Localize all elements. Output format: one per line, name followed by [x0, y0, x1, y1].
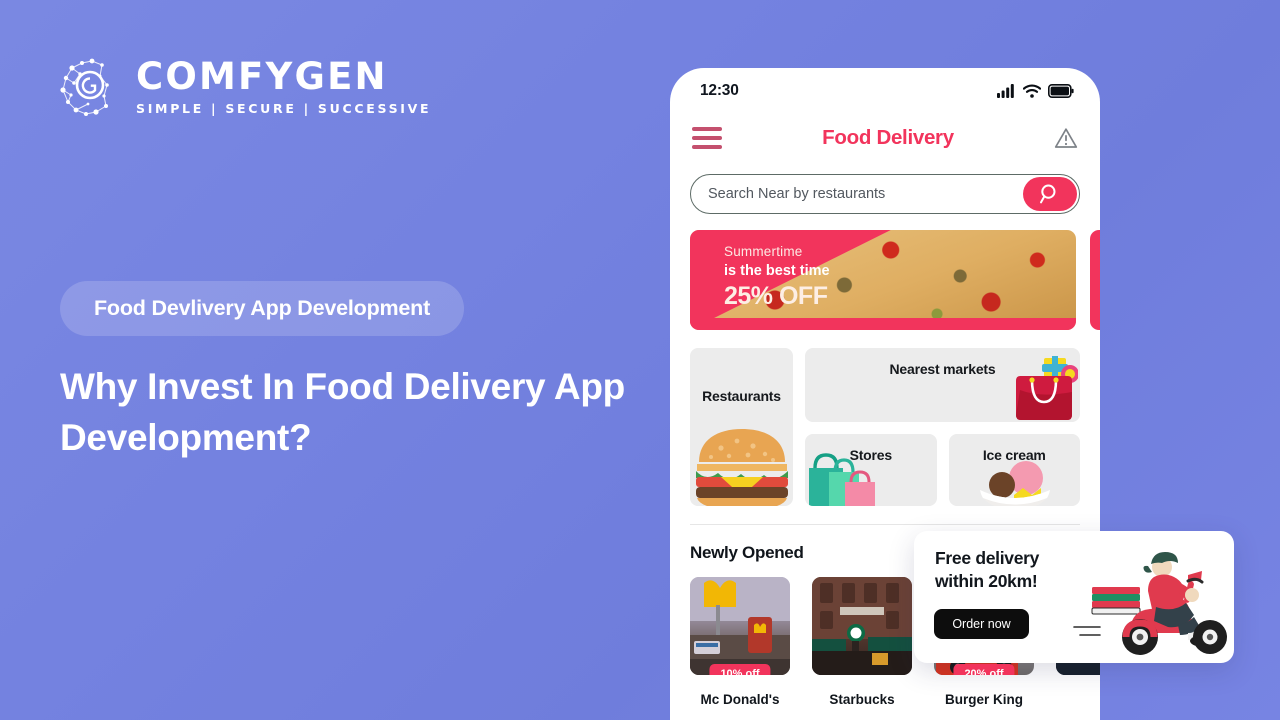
discount-badge: 20% off — [953, 664, 1015, 675]
delivery-scooter-rider-icon — [1073, 552, 1227, 655]
wifi-icon — [1023, 84, 1041, 98]
category-label: Restaurants — [702, 388, 781, 404]
search-row — [670, 162, 1100, 214]
cellular-signal-icon — [997, 84, 1014, 98]
category-label: Stores — [849, 447, 893, 463]
search-bar[interactable] — [690, 174, 1080, 214]
restaurant-thumbnail — [812, 577, 912, 675]
brand-logo: COMFYGEN SIMPLE | SECURE | SUCCESSIVE — [58, 52, 431, 122]
order-now-button[interactable]: Order now — [934, 609, 1029, 639]
restaurant-card[interactable]: 10% off Mc Donald's — [690, 577, 790, 707]
app-title: Food Delivery — [822, 126, 954, 149]
search-icon — [1040, 184, 1056, 204]
network-nodes-g-logo-icon — [60, 58, 109, 116]
free-delivery-title: Free delivery within 20km! — [935, 548, 1040, 592]
brand-name: COMFYGEN — [136, 55, 388, 99]
app-bar: Food Delivery — [670, 114, 1100, 162]
category-label: Ice cream — [982, 447, 1046, 463]
category-pill: Food Devlivery App Development — [60, 281, 465, 336]
category-label: Nearest markets — [889, 361, 996, 377]
category-subrow: Stores Ice cream — [805, 434, 1080, 506]
ice-cream-bowl-icon — [980, 461, 1051, 506]
restaurant-thumbnail: 10% off — [690, 577, 790, 675]
status-bar: 12:30 — [670, 68, 1100, 114]
restaurant-name: Starbucks — [829, 692, 895, 707]
promo-copy: Summertime is the best time 25% OFF — [724, 244, 830, 311]
search-button[interactable] — [1023, 177, 1077, 211]
hamburger-menu-icon[interactable] — [692, 127, 722, 149]
brand-tagline: SIMPLE | SECURE | SUCCESSIVE — [136, 100, 432, 116]
category-tile-icecream[interactable]: Ice cream — [948, 434, 1080, 506]
warning-triangle-icon[interactable] — [1054, 127, 1078, 149]
status-time: 12:30 — [700, 82, 739, 99]
category-tile-markets[interactable]: Nearest markets — [805, 348, 1080, 422]
mcdonalds-storefront-photo — [690, 577, 790, 675]
battery-full-icon — [1048, 84, 1074, 98]
category-grid: Restaurants Nearest markets Stores Ice c… — [670, 348, 1100, 506]
promo-discount: 25% OFF — [724, 282, 828, 310]
section-divider — [690, 524, 1080, 525]
category-tile-restaurants[interactable]: Restaurants — [690, 348, 793, 506]
starbucks-storefront-photo — [812, 577, 912, 675]
free-delivery-card: Free delivery within 20km! Order now — [914, 531, 1234, 663]
page-title: Why Invest In Food Delivery App Developm… — [60, 366, 625, 458]
promo-banner-next[interactable] — [1090, 230, 1100, 330]
promo-banner[interactable]: Summertime is the best time 25% OFF — [690, 230, 1076, 330]
burger-icon — [696, 429, 788, 506]
search-input[interactable] — [691, 186, 1079, 202]
restaurant-card[interactable]: Starbucks — [812, 577, 912, 707]
page-root: COMFYGEN SIMPLE | SECURE | SUCCESSIVE Fo… — [0, 0, 1280, 720]
discount-badge: 10% off — [709, 664, 771, 675]
promo-line-1: Summertime — [724, 244, 803, 259]
restaurant-name: Mc Donald's — [700, 692, 780, 707]
category-tile-stores[interactable]: Stores — [805, 434, 937, 506]
promo-line-2: is the best time — [724, 263, 830, 279]
restaurant-name: Burger King — [944, 692, 1023, 707]
promo-carousel[interactable]: Summertime is the best time 25% OFF — [670, 230, 1100, 330]
category-pill-label: Food Devlivery App Development — [94, 296, 431, 320]
status-icon-group — [997, 84, 1074, 98]
